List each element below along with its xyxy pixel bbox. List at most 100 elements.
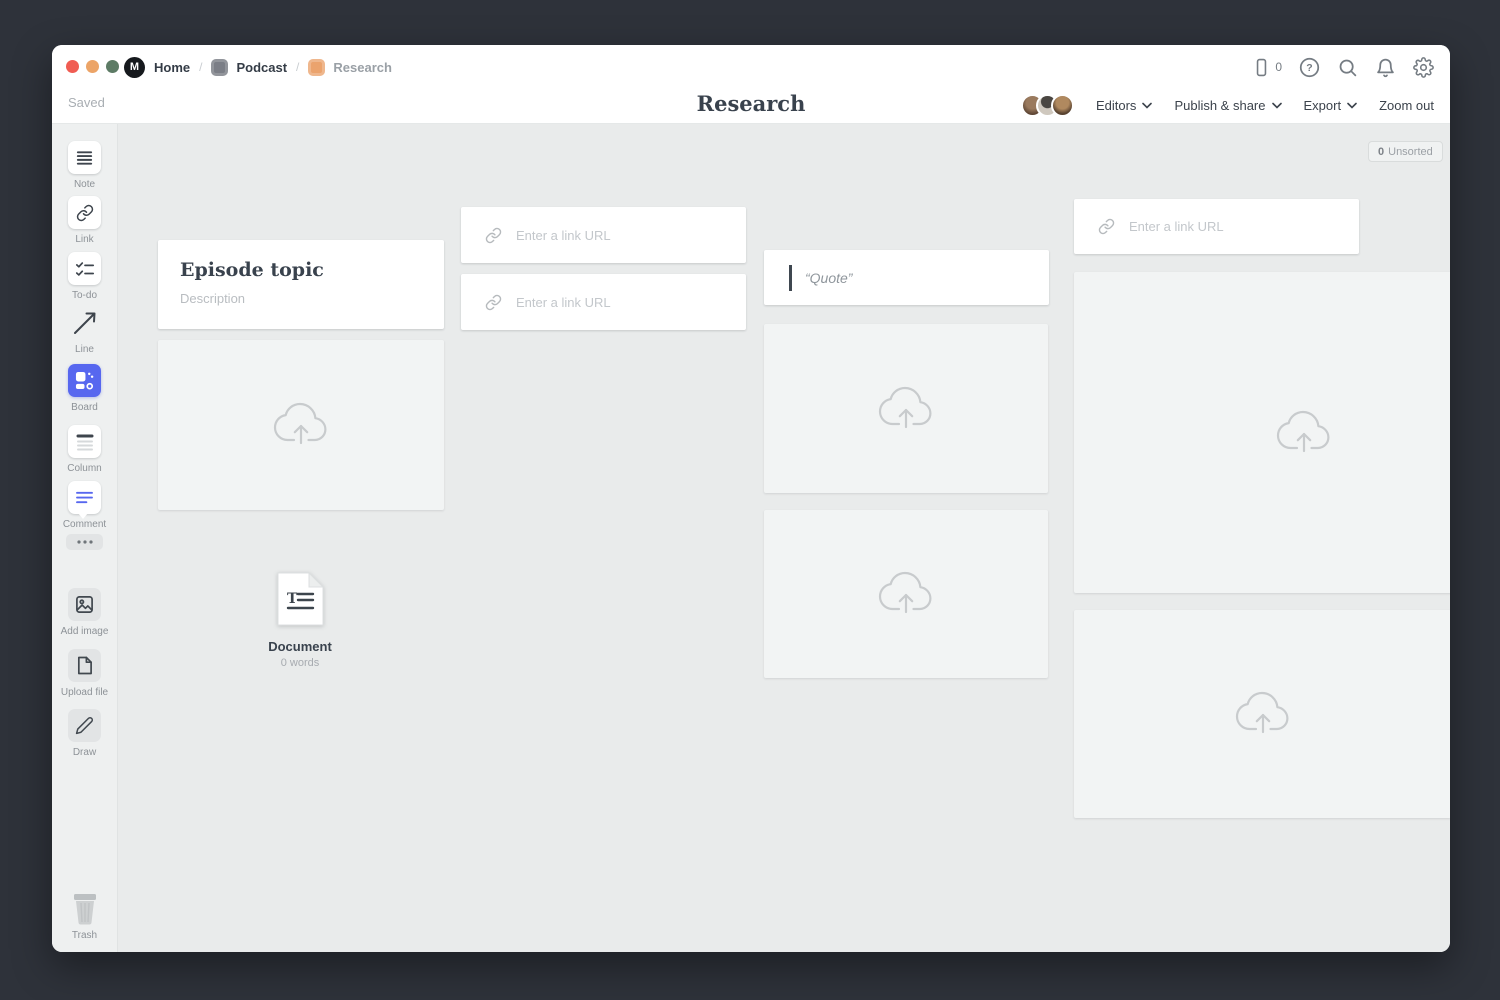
tool-note-label: Note xyxy=(74,179,95,190)
image-upload-placeholder[interactable] xyxy=(158,340,444,510)
document-label: Document xyxy=(240,639,360,654)
breadcrumb-research[interactable]: Research xyxy=(308,59,392,76)
zoom-window-button[interactable] xyxy=(106,60,119,73)
cloud-upload-icon xyxy=(269,400,333,450)
note-card-description-placeholder[interactable]: Description xyxy=(180,291,422,306)
file-icon xyxy=(76,656,93,675)
link-url-placeholder[interactable]: Enter a link URL xyxy=(516,295,611,310)
add-image-icon xyxy=(75,595,94,614)
pencil-icon xyxy=(75,716,94,735)
tool-board-label: Board xyxy=(71,402,98,413)
cloud-upload-icon xyxy=(874,384,938,434)
close-window-button[interactable] xyxy=(66,60,79,73)
link-url-placeholder[interactable]: Enter a link URL xyxy=(516,228,611,243)
cloud-upload-icon xyxy=(1231,689,1295,739)
tool-column[interactable]: Column xyxy=(52,425,117,474)
editors-dropdown[interactable]: Editors xyxy=(1096,98,1152,113)
app-window: M Home / Podcast / Research 0 xyxy=(52,45,1450,952)
trash-icon xyxy=(70,892,100,926)
comment-icon xyxy=(75,490,94,505)
zoom-out-button[interactable]: Zoom out xyxy=(1379,98,1434,113)
notifications-button[interactable] xyxy=(1375,57,1396,78)
tool-upload-file[interactable]: Upload file xyxy=(52,649,117,698)
tool-draw-label: Draw xyxy=(73,747,96,758)
unsorted-count: 0 xyxy=(1378,146,1384,158)
breadcrumb-podcast-label: Podcast xyxy=(236,60,287,75)
board-header: Saved Research Editors Publish & share E… xyxy=(52,89,1450,124)
tool-draw[interactable]: Draw xyxy=(52,709,117,758)
titlebar: M Home / Podcast / Research 0 xyxy=(52,45,1450,89)
text-cursor-bar xyxy=(789,265,792,291)
mobile-sync-button[interactable]: 0 xyxy=(1252,58,1282,77)
window-controls xyxy=(66,60,119,73)
phone-icon xyxy=(1252,58,1271,77)
image-upload-placeholder[interactable] xyxy=(764,510,1048,678)
chain-icon xyxy=(485,227,502,244)
tool-note[interactable]: Note xyxy=(52,141,117,190)
note-card-title[interactable]: Episode topic xyxy=(180,259,422,281)
chain-icon xyxy=(485,294,502,311)
quote-card[interactable]: “Quote” xyxy=(764,250,1049,305)
sync-count: 0 xyxy=(1275,60,1282,74)
header-actions: Editors Publish & share Export Zoom out xyxy=(1021,89,1434,121)
tool-link-label: Link xyxy=(75,234,93,245)
document-word-count: 0 words xyxy=(240,657,360,669)
link-card[interactable]: Enter a link URL xyxy=(461,274,746,330)
link-card[interactable]: Enter a link URL xyxy=(461,207,746,263)
chain-icon xyxy=(1098,218,1115,235)
todo-icon xyxy=(75,260,95,278)
research-board-icon xyxy=(308,59,325,76)
image-upload-placeholder[interactable] xyxy=(1074,272,1450,593)
editor-avatars[interactable] xyxy=(1021,94,1074,117)
help-button[interactable]: ? xyxy=(1299,57,1320,78)
export-dropdown[interactable]: Export xyxy=(1304,98,1358,113)
tools-sidebar: Note Link To-do xyxy=(52,124,118,952)
unsorted-badge[interactable]: 0 Unsorted xyxy=(1368,141,1443,162)
tool-line[interactable]: Line xyxy=(52,306,117,355)
search-button[interactable] xyxy=(1337,57,1358,78)
arrow-line-icon xyxy=(71,309,99,337)
more-tools-button[interactable] xyxy=(66,534,103,550)
document-file-icon: T xyxy=(277,572,324,626)
breadcrumb-home[interactable]: Home xyxy=(154,60,190,75)
svg-text:?: ? xyxy=(1306,62,1312,74)
trash-target[interactable]: Trash xyxy=(52,892,117,941)
tool-column-label: Column xyxy=(67,463,101,474)
ellipsis-icon xyxy=(77,540,93,544)
link-card[interactable]: Enter a link URL xyxy=(1074,199,1359,254)
tool-todo[interactable]: To-do xyxy=(52,252,117,301)
publish-share-dropdown[interactable]: Publish & share xyxy=(1174,98,1281,113)
unsorted-label: Unsorted xyxy=(1388,146,1433,158)
breadcrumb-research-label: Research xyxy=(333,60,392,75)
note-icon xyxy=(75,148,94,167)
tool-comment[interactable]: Comment xyxy=(52,481,117,530)
tool-line-label: Line xyxy=(75,344,94,355)
settings-button[interactable] xyxy=(1413,57,1434,78)
column-icon xyxy=(76,433,94,451)
quote-placeholder[interactable]: “Quote” xyxy=(805,270,852,286)
help-icon: ? xyxy=(1299,57,1320,78)
bell-icon xyxy=(1375,57,1396,78)
tool-link[interactable]: Link xyxy=(52,196,117,245)
image-upload-placeholder[interactable] xyxy=(764,324,1048,493)
board-icon xyxy=(75,371,94,390)
chevron-down-icon xyxy=(1142,102,1152,109)
note-card[interactable]: Episode topic Description xyxy=(158,240,444,329)
topbar-icons: 0 ? xyxy=(1252,45,1434,89)
breadcrumb-podcast[interactable]: Podcast xyxy=(211,59,287,76)
minimize-window-button[interactable] xyxy=(86,60,99,73)
avatar xyxy=(1051,94,1074,117)
tool-board[interactable]: Board xyxy=(52,364,117,413)
breadcrumb-home-label: Home xyxy=(154,60,190,75)
tool-add-image-label: Add image xyxy=(61,626,109,637)
cloud-upload-icon xyxy=(1272,408,1336,458)
milanote-logo-icon[interactable]: M xyxy=(124,57,145,78)
document-card[interactable]: T Document 0 words xyxy=(240,572,360,669)
image-upload-placeholder[interactable] xyxy=(1074,610,1450,818)
board-canvas[interactable]: 0 Unsorted Episode topic Description Ent… xyxy=(118,124,1450,952)
cloud-upload-icon xyxy=(874,569,938,619)
link-url-placeholder[interactable]: Enter a link URL xyxy=(1129,219,1224,234)
tool-add-image[interactable]: Add image xyxy=(52,588,117,637)
zoom-out-label: Zoom out xyxy=(1379,98,1434,113)
tool-upload-file-label: Upload file xyxy=(61,687,108,698)
